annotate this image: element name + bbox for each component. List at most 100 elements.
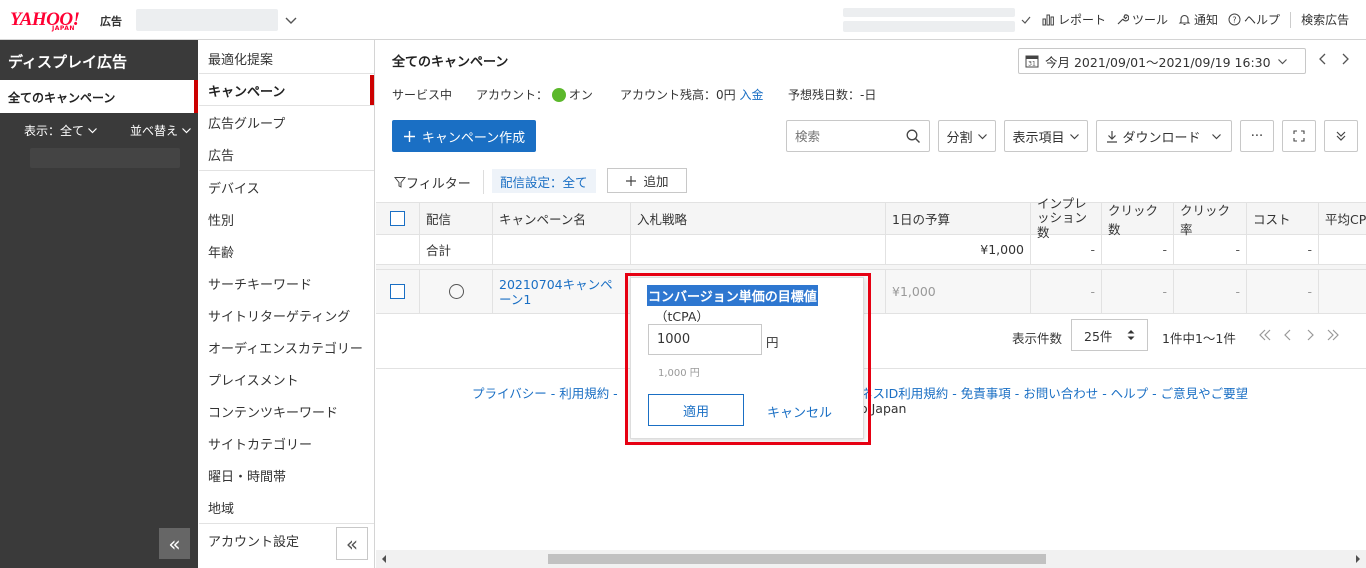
nav-item-account-settings[interactable]: アカウント設定 — [208, 531, 299, 550]
display-filter-dropdown[interactable]: 表示：全て — [24, 122, 98, 139]
last-page-icon[interactable] — [1326, 328, 1340, 342]
nav-item-site-category[interactable]: サイトカテゴリー — [208, 434, 312, 453]
sidebar-title: ディスプレイ広告 — [8, 53, 127, 71]
create-campaign-button[interactable]: キャンペーン作成 — [392, 120, 536, 152]
sidebar-item-all-campaigns[interactable]: 全てのキャンペーン — [0, 80, 194, 113]
first-page-icon[interactable] — [1258, 328, 1272, 342]
next-period-button[interactable] — [1339, 52, 1351, 66]
col-campaign-name[interactable]: キャンペーン名 — [493, 203, 631, 234]
total-clicks: - — [1102, 235, 1174, 264]
campaign-name-link[interactable]: 20210704キャンペーン1 — [499, 277, 624, 307]
nav-divider — [199, 170, 374, 171]
chevron-down-icon[interactable] — [284, 13, 298, 27]
col-delivery[interactable]: 配信 — [420, 203, 493, 234]
nav-item-ad-group[interactable]: 広告グループ — [208, 113, 285, 132]
account-status-value: オン — [568, 88, 593, 102]
notifications-link[interactable]: 通知 — [1178, 11, 1218, 28]
col-ctr[interactable]: クリック率 — [1174, 203, 1247, 237]
row-checkbox[interactable] — [390, 284, 405, 299]
business-id-label — [843, 8, 1015, 17]
horizontal-scrollbar[interactable] — [376, 550, 1366, 568]
scroll-left-icon[interactable] — [380, 554, 388, 564]
footer-divider — [376, 368, 1366, 369]
split-dropdown[interactable]: 分割 — [938, 120, 996, 152]
nav-item-day-time[interactable]: 曜日・時間帯 — [208, 466, 286, 485]
nav-item-region[interactable]: 地域 — [208, 498, 234, 517]
row-impressions: - — [1031, 270, 1102, 313]
nav-item-search-keyword[interactable]: サーチキーワード — [208, 274, 312, 293]
checkmark-icon — [1020, 14, 1032, 26]
col-bid-strategy[interactable]: 入札戦略 — [631, 203, 886, 234]
svg-text:?: ? — [1232, 16, 1236, 25]
report-label: レポート — [1058, 13, 1107, 27]
nav-collapse-button[interactable]: « — [336, 527, 368, 560]
help-link[interactable]: ? ヘルプ — [1228, 11, 1280, 28]
nav-item-ad[interactable]: 広告 — [208, 145, 234, 164]
prev-period-button[interactable] — [1317, 52, 1329, 66]
nav-item-site-retargeting[interactable]: サイトリターゲティング — [208, 306, 350, 325]
add-filter-button[interactable]: 追加 — [607, 168, 687, 193]
search-icon[interactable] — [906, 129, 921, 144]
nav-item-campaign[interactable]: キャンペーン — [208, 81, 285, 100]
nav-item-gender[interactable]: 性別 — [208, 210, 234, 229]
nav-divider — [199, 73, 374, 74]
sidebar-collapse-button[interactable]: « — [159, 528, 190, 559]
fullscreen-button[interactable] — [1282, 120, 1316, 152]
row-budget[interactable]: ¥1,000 — [886, 270, 1031, 313]
display-filter-label: 表示：全て — [24, 124, 85, 138]
chevron-down-icon — [1277, 56, 1288, 67]
search-box[interactable] — [786, 120, 930, 152]
per-page-value: 25件 — [1084, 328, 1113, 344]
per-page-select[interactable]: 25件 — [1071, 319, 1148, 351]
account-selector[interactable] — [136, 9, 278, 31]
nav-divider — [199, 105, 374, 106]
next-page-icon[interactable] — [1304, 328, 1316, 342]
nav-divider — [199, 523, 374, 524]
expand-button[interactable] — [1324, 120, 1358, 152]
search-ads-link[interactable]: 検索広告 — [1301, 11, 1349, 28]
balance-value: アカウント残高：0円 — [620, 88, 736, 102]
service-status: サービス中 — [392, 88, 453, 102]
report-link[interactable]: レポート — [1042, 11, 1106, 28]
account-balance: アカウント残高：0円 入金 — [620, 86, 763, 103]
col-impressions[interactable]: インプレッション数 — [1031, 196, 1102, 239]
more-options-button[interactable]: ··· — [1240, 120, 1274, 152]
tools-link[interactable]: ツール — [1116, 11, 1168, 28]
search-input[interactable] — [795, 128, 893, 144]
footer-links-right[interactable]: ネスID利用規約 - 免責事項 - お問い合わせ - ヘルプ - ご意見やご要望 — [860, 383, 1248, 402]
nav-item-audience-category[interactable]: オーディエンスカテゴリー — [208, 338, 363, 357]
row-delivery-cell — [420, 270, 493, 313]
footer-links-left[interactable]: プライバシー - 利用規約 - — [472, 383, 618, 402]
nav-item-age[interactable]: 年齢 — [208, 242, 234, 261]
scroll-right-icon[interactable] — [1354, 554, 1362, 564]
download-dropdown[interactable]: ダウンロード — [1096, 120, 1232, 152]
select-all-checkbox[interactable] — [390, 211, 405, 226]
col-clicks[interactable]: クリック数 — [1102, 203, 1174, 237]
nav-item-device[interactable]: デバイス — [208, 178, 260, 197]
col-avg-cpc[interactable]: 平均CPC — [1319, 203, 1366, 234]
table-row: 20210704キャンペーン1 ¥1,000 - - - - — [376, 270, 1366, 314]
question-circle-icon: ? — [1228, 13, 1241, 26]
chevron-down-icon — [977, 131, 988, 142]
delivery-radio[interactable] — [448, 284, 464, 299]
filter-chip[interactable]: 配信設定：全て — [492, 169, 596, 193]
sort-dropdown[interactable]: 並べ替え — [130, 122, 192, 139]
date-range-picker[interactable]: 31 今月 2021/09/01〜2021/09/19 16:30 — [1018, 48, 1306, 74]
row-cost: - — [1247, 270, 1319, 313]
display-items-dropdown[interactable]: 表示項目 — [1004, 120, 1088, 152]
nav-item-placement[interactable]: プレイスメント — [208, 370, 299, 389]
chevron-down-icon — [1211, 131, 1222, 142]
scrollbar-thumb[interactable] — [548, 554, 1046, 564]
help-label: ヘルプ — [1244, 13, 1281, 27]
col-cost[interactable]: コスト — [1247, 203, 1319, 234]
up-down-arrow-icon — [1126, 328, 1136, 342]
highlight-outline — [625, 273, 871, 445]
deposit-link[interactable]: 入金 — [739, 88, 763, 102]
nav-item-content-keyword[interactable]: コンテンツキーワード — [208, 402, 338, 421]
filter-button[interactable]: フィルター — [394, 170, 471, 194]
status-on-icon — [551, 88, 566, 102]
nav-item-optimization[interactable]: 最適化提案 — [208, 49, 273, 68]
prev-page-icon[interactable] — [1282, 328, 1294, 342]
col-daily-budget[interactable]: 1日の予算 — [886, 203, 1031, 234]
double-chevron-down-icon — [1335, 130, 1347, 142]
